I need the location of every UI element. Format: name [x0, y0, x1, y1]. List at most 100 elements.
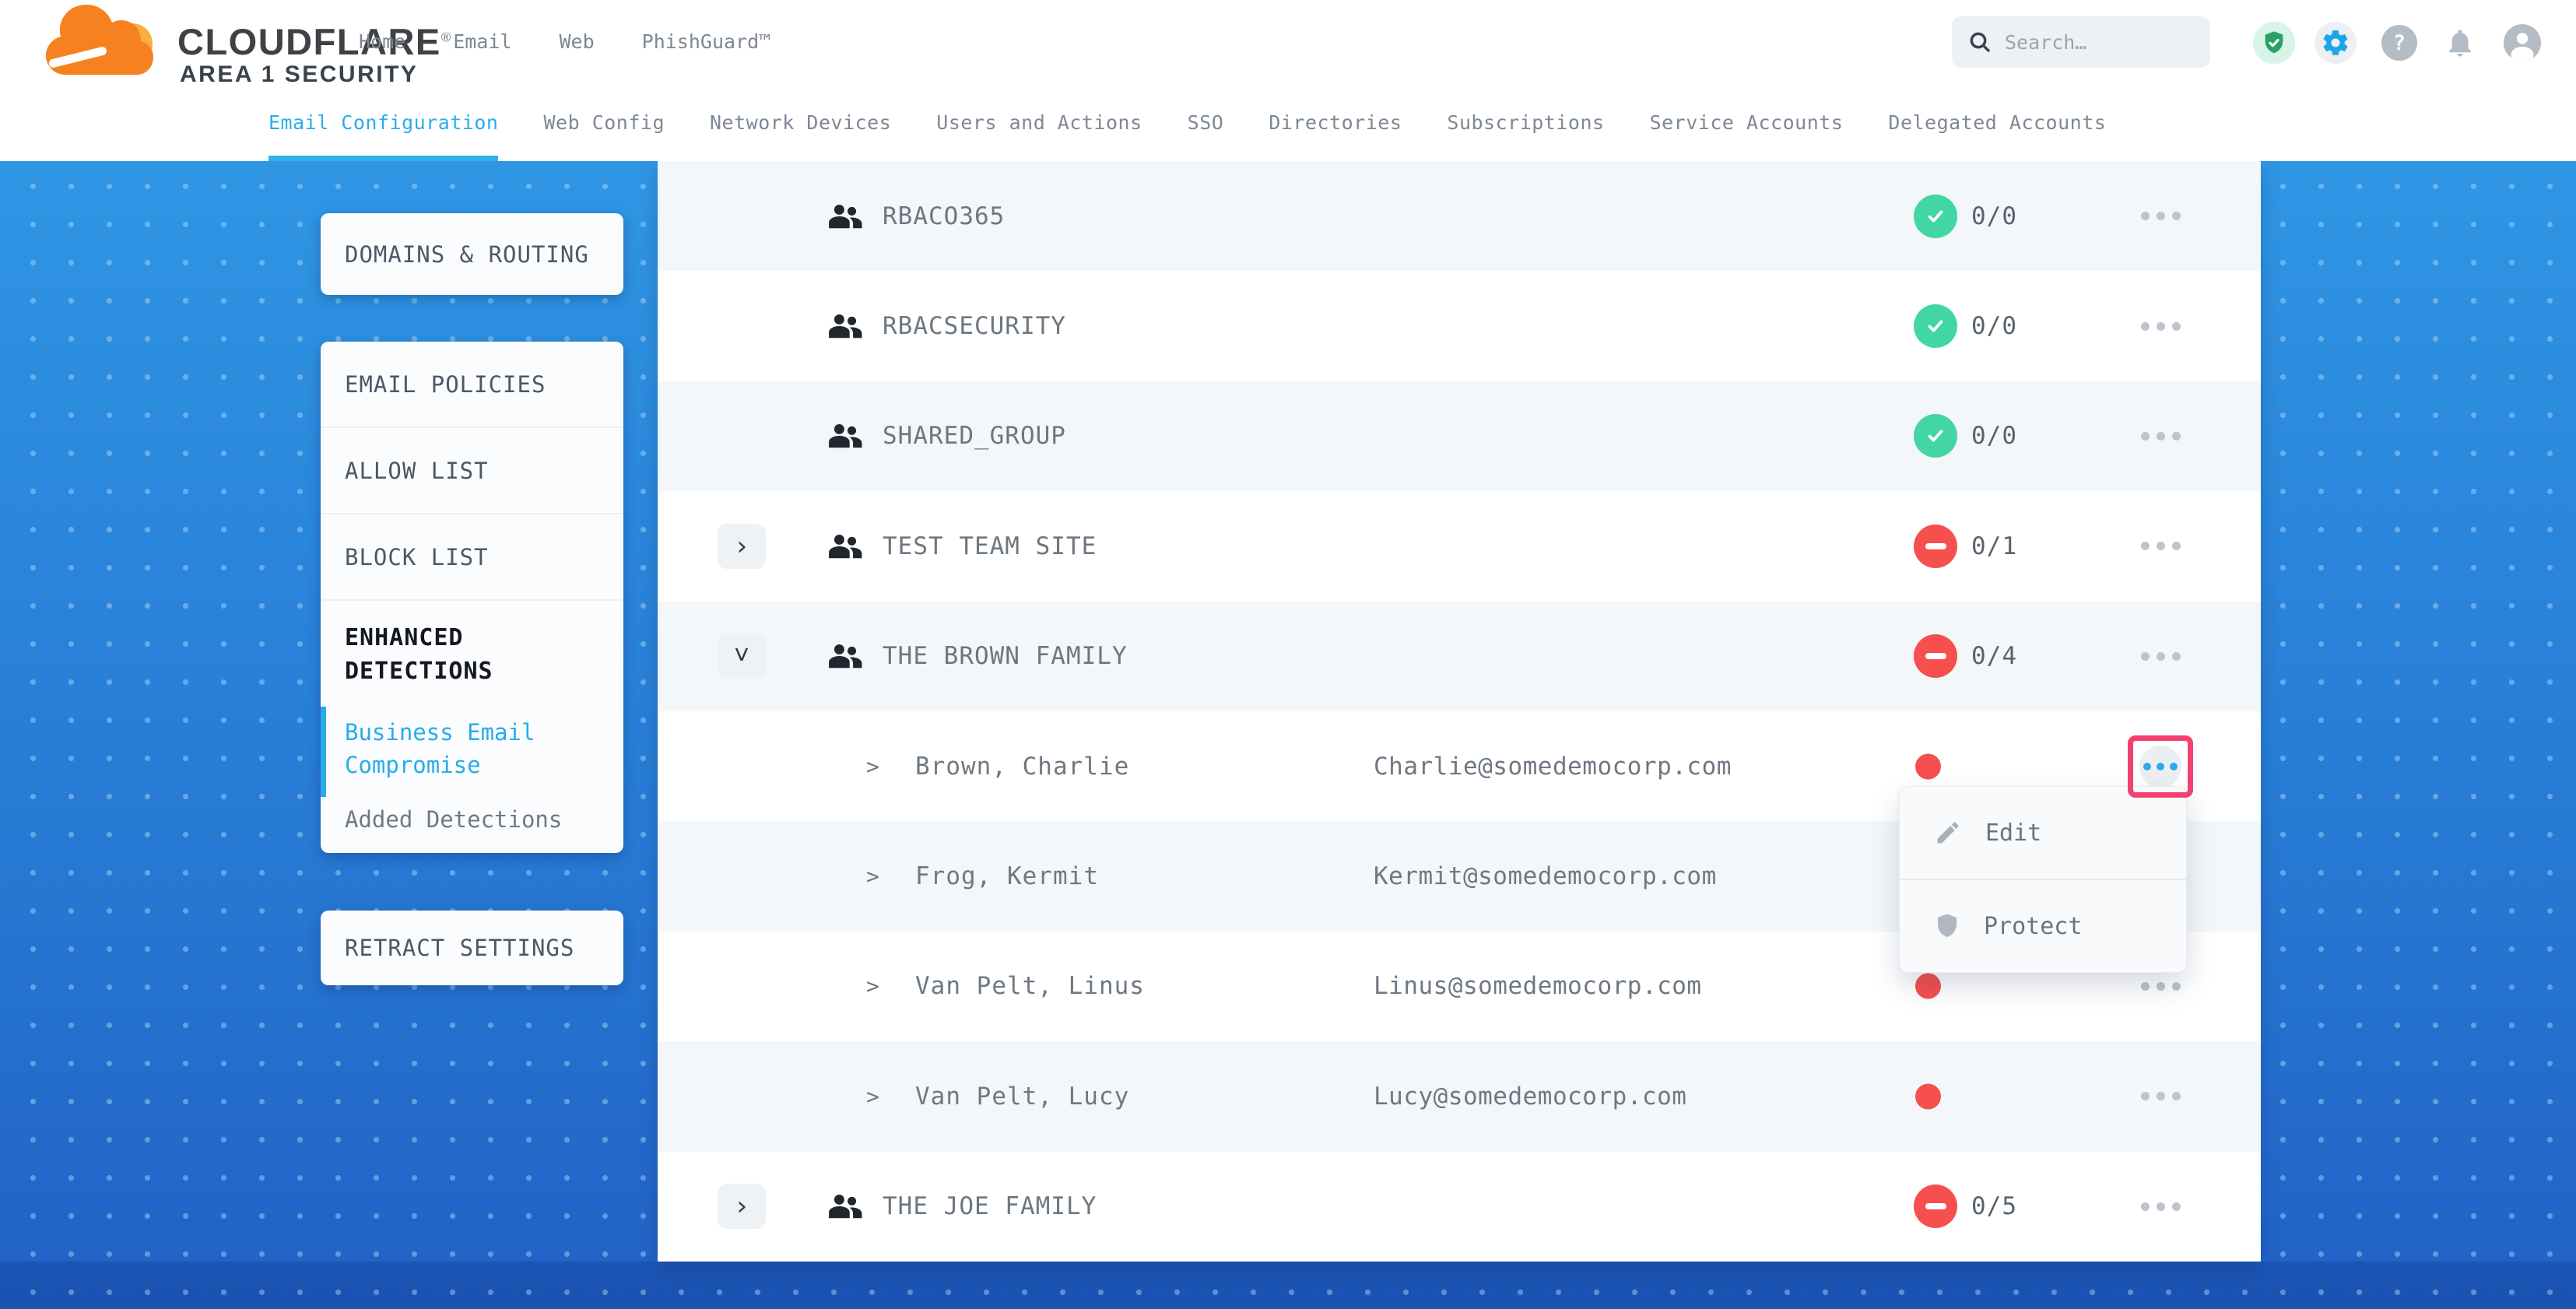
- status-count: 0/4: [1971, 642, 2017, 670]
- row-menu-button[interactable]: [2140, 195, 2181, 237]
- status-badge: [1914, 414, 1957, 458]
- group-icon: [827, 311, 863, 341]
- sidebar-item-domains-routing[interactable]: DOMAINS & ROUTING: [321, 213, 623, 295]
- gear-icon: [2321, 28, 2350, 58]
- group-name: TEST TEAM SITE: [883, 532, 1097, 560]
- member-caret-icon: >: [866, 753, 879, 779]
- group-icon: [827, 641, 863, 671]
- sidebar-item-block-list[interactable]: BLOCK LIST: [321, 514, 623, 601]
- menu-item-label: Protect: [1984, 913, 2082, 940]
- security-status-button[interactable]: [2253, 22, 2295, 64]
- nav-item-web[interactable]: Web: [559, 30, 594, 53]
- member-caret-icon: >: [866, 864, 879, 890]
- pencil-icon: [1934, 819, 1962, 847]
- context-menu: Edit Protect: [1899, 786, 2187, 973]
- group-name: SHARED_GROUP: [883, 422, 1066, 450]
- status-count: 0/1: [1971, 532, 2017, 560]
- row-menu-button[interactable]: [2140, 635, 2181, 677]
- help-button[interactable]: ?: [2381, 25, 2417, 61]
- tab-users-and-actions[interactable]: Users and Actions: [936, 83, 1142, 161]
- status-count: 0/0: [1971, 202, 2017, 230]
- table-row: RBACSECURITY 0/0: [658, 271, 2261, 381]
- row-menu-button[interactable]: [2140, 1076, 2181, 1118]
- sidebar-item-allow-list[interactable]: ALLOW LIST: [321, 428, 623, 514]
- nav-item-email[interactable]: Email: [453, 30, 511, 53]
- tab-sso[interactable]: SSO: [1188, 83, 1224, 161]
- notifications-button[interactable]: [2441, 23, 2479, 62]
- sidebar-item-business-email-compromise[interactable]: Business Email Compromise: [321, 716, 623, 781]
- search-box[interactable]: [1952, 16, 2210, 68]
- check-icon: [1924, 314, 1947, 338]
- nav-item-phishguard[interactable]: PhishGuard™: [642, 30, 771, 53]
- status-badge: [1914, 195, 1957, 238]
- top-header: CLOUDFLARE® AREA 1 SECURITY Home Email W…: [0, 0, 2576, 83]
- group-name: RBACSECURITY: [883, 312, 1066, 340]
- tab-service-accounts[interactable]: Service Accounts: [1650, 83, 1844, 161]
- expander-button[interactable]: ˅: [718, 633, 766, 679]
- status-dot: [1915, 974, 1941, 999]
- row-menu-button[interactable]: [2140, 415, 2181, 457]
- status-badge: [1914, 525, 1957, 568]
- tab-email-configuration[interactable]: Email Configuration: [268, 83, 498, 161]
- status-dot: [1915, 753, 1941, 779]
- expander-button[interactable]: ›: [718, 1184, 766, 1229]
- status-count: 0/5: [1971, 1192, 2017, 1220]
- sidebar-item-email-policies[interactable]: EMAIL POLICIES: [321, 342, 623, 428]
- table-row: > Van Pelt, Lucy Lucy@somedemocorp.com: [658, 1041, 2261, 1151]
- status-badge: [1914, 634, 1957, 678]
- member-name: Brown, Charlie: [915, 753, 1129, 781]
- member-email: Linus@somedemocorp.com: [1374, 972, 1702, 1000]
- user-avatar[interactable]: [2504, 24, 2541, 61]
- menu-item-protect[interactable]: Protect: [1900, 879, 2186, 972]
- member-caret-icon: >: [866, 1083, 879, 1109]
- group-icon: [827, 421, 863, 451]
- check-icon: [1924, 424, 1947, 447]
- tab-web-config[interactable]: Web Config: [543, 83, 665, 161]
- sidebar-section-enhanced-detections: ENHANCED DETECTIONS: [321, 601, 623, 688]
- nav-item-home[interactable]: Home: [359, 30, 405, 53]
- sidebar-label: RETRACT SETTINGS: [345, 935, 574, 961]
- table-row: SHARED_GROUP 0/0: [658, 381, 2261, 491]
- member-name: Van Pelt, Linus: [915, 972, 1145, 1000]
- check-icon: [1924, 205, 1947, 228]
- primary-nav: Home Email Web PhishGuard™: [359, 0, 770, 83]
- group-name: THE BROWN FAMILY: [883, 642, 1128, 670]
- user-icon: [2504, 24, 2541, 61]
- group-name: THE JOE FAMILY: [883, 1192, 1097, 1220]
- member-email: Lucy@somedemocorp.com: [1374, 1083, 1686, 1111]
- tabs: Email Configuration Web Config Network Dev…: [268, 83, 2106, 161]
- tab-network-devices[interactable]: Network Devices: [710, 83, 891, 161]
- status-count: 0/0: [1971, 312, 2017, 340]
- search-icon: [1967, 30, 1992, 54]
- status-dot: [1915, 1083, 1941, 1109]
- group-icon: [827, 532, 863, 561]
- menu-item-edit[interactable]: Edit: [1900, 787, 2186, 879]
- tab-directories[interactable]: Directories: [1269, 83, 1402, 161]
- directory-table: RBACO365 0/0 RBACSECURITY 0/0: [658, 161, 2261, 1262]
- tab-subscriptions[interactable]: Subscriptions: [1447, 83, 1604, 161]
- row-menu-button[interactable]: [2139, 746, 2181, 788]
- chevron-icon: ›: [734, 531, 749, 562]
- row-menu-button[interactable]: [2140, 305, 2181, 347]
- cloudflare-logo-icon: [40, 3, 163, 81]
- member-email: Kermit@somedemocorp.com: [1374, 862, 1717, 890]
- row-menu-button[interactable]: [2140, 525, 2181, 567]
- bell-icon: [2444, 26, 2476, 59]
- settings-button[interactable]: [2315, 22, 2357, 64]
- tab-delegated-accounts[interactable]: Delegated Accounts: [1888, 83, 2106, 161]
- table-row: ˅ THE BROWN FAMILY 0/4: [658, 602, 2261, 711]
- sidebar-policies-card: EMAIL POLICIES ALLOW LIST BLOCK LIST ENH…: [321, 342, 623, 853]
- secondary-nav: Email Configuration Web Config Network Dev…: [0, 83, 2576, 161]
- shield-check-icon: [2262, 29, 2286, 57]
- search-input[interactable]: [2003, 30, 2185, 54]
- sidebar-label: DOMAINS & ROUTING: [345, 241, 589, 268]
- group-icon: [827, 202, 863, 231]
- menu-item-label: Edit: [1985, 819, 2041, 847]
- row-menu-button[interactable]: [2140, 1185, 2181, 1227]
- status-badge: [1914, 1184, 1957, 1228]
- group-icon: [827, 1191, 863, 1221]
- sidebar-item-added-detections[interactable]: Added Detections: [321, 806, 623, 833]
- expander-button[interactable]: ›: [718, 524, 766, 569]
- status-count: 0/0: [1971, 422, 2017, 450]
- sidebar-item-retract-settings[interactable]: RETRACT SETTINGS: [321, 911, 623, 985]
